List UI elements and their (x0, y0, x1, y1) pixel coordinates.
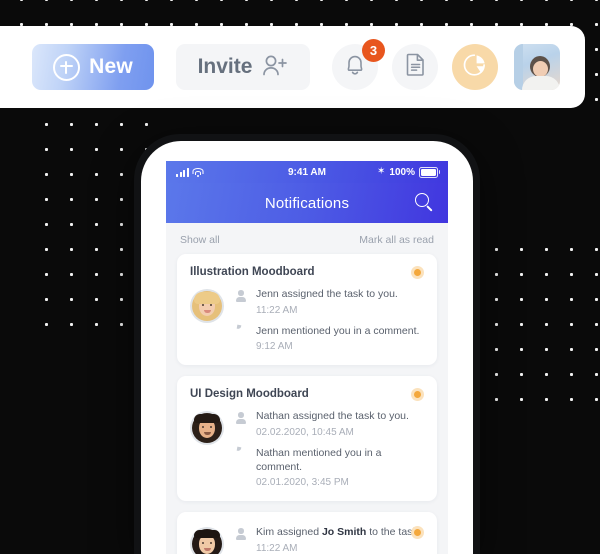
battery-percent-label: 100% (389, 166, 415, 178)
avatar (190, 527, 224, 554)
notification-card[interactable]: UI Design Moodboard Nathan assigned the … (177, 376, 437, 502)
event-time: 02.01.2020, 3:45 PM (256, 477, 349, 489)
search-icon[interactable] (414, 192, 436, 214)
comment-icon (235, 325, 248, 327)
event-text: Kim assigned Jo Smith to the task. (256, 526, 421, 540)
filter-row: Show all Mark all as read (166, 223, 448, 254)
mark-all-as-read-button[interactable]: Mark all as read (359, 234, 434, 246)
page-title: Notifications (264, 194, 350, 212)
notification-body: Kim assigned Jo Smith to the task. 11:22… (190, 525, 424, 554)
thumbnail-face (533, 61, 548, 77)
notification-event: Jenn mentioned you in a comment. 9:12 AM (235, 325, 424, 353)
notification-body: Jenn assigned the task to you. 11:22 AM … (190, 287, 424, 352)
event-time: 11:22 AM (256, 304, 298, 316)
bell-icon (344, 53, 366, 82)
documents-button[interactable] (392, 44, 438, 90)
top-toolbar: New Invite 3 (0, 26, 585, 108)
invite-button[interactable]: Invite (176, 44, 310, 90)
notification-event: Jenn assigned the task to you. 11:22 AM (235, 288, 424, 316)
unread-indicator (411, 266, 424, 279)
analytics-button[interactable] (452, 44, 498, 90)
event-time: 11:22 AM (256, 542, 298, 554)
comment-icon (235, 447, 248, 449)
event-text: Jenn assigned the task to you. (256, 288, 398, 300)
event-time: 9:12 AM (256, 341, 293, 353)
notification-event: Kim assigned Jo Smith to the task. 11:22… (235, 526, 424, 554)
phone-screen: 9:41 AM ✶ 100% Notifications Show all Ma… (166, 161, 448, 554)
document-icon (405, 52, 426, 82)
new-button[interactable]: New (32, 44, 154, 90)
app-bar: Notifications (166, 183, 448, 223)
avatar (190, 411, 224, 446)
profile-thumbnail[interactable] (514, 44, 560, 90)
dot-grid-mask (470, 108, 600, 248)
person-icon (235, 410, 248, 425)
dot-grid-mask (470, 410, 600, 530)
new-button-label: New (89, 55, 133, 78)
status-bar-right: ✶ 100% (377, 166, 440, 178)
plus-circle-icon (53, 53, 81, 81)
phone-mockup: 9:41 AM ✶ 100% Notifications Show all Ma… (134, 134, 480, 554)
bluetooth-icon: ✶ (377, 166, 386, 177)
notification-list: Illustration Moodboard Jenn assigned the… (166, 254, 448, 554)
event-text: Jenn mentioned you in a comment. (256, 324, 420, 337)
thumbnail-body (522, 76, 560, 90)
notification-body: Nathan assigned the task to you. 02.02.2… (190, 409, 424, 488)
add-person-icon (262, 54, 288, 81)
notification-card[interactable]: Kim assigned Jo Smith to the task. 11:22… (177, 512, 437, 554)
invite-button-label: Invite (197, 55, 253, 78)
battery-full-icon (419, 166, 440, 178)
notifications-button[interactable]: 3 (332, 39, 385, 90)
event-text: Nathan assigned the task to you. (256, 410, 409, 423)
notification-event: Nathan mentioned you in a comment. 02.01… (235, 447, 424, 488)
person-icon (235, 288, 248, 302)
avatar (190, 289, 224, 323)
notification-event: Nathan assigned the task to you. 02.02.2… (235, 410, 424, 438)
event-time: 02.02.2020, 10:45 AM (256, 426, 354, 438)
notification-title: UI Design Moodboard (190, 388, 309, 401)
notification-card[interactable]: Illustration Moodboard Jenn assigned the… (177, 254, 437, 366)
notification-badge: 3 (362, 39, 385, 62)
pie-chart-icon (462, 52, 488, 83)
show-all-button[interactable]: Show all (180, 234, 220, 246)
event-text-bold: Jo Smith (321, 526, 367, 539)
notification-title: Illustration Moodboard (190, 266, 315, 278)
status-bar: 9:41 AM ✶ 100% (166, 161, 448, 183)
thumbnail-strip (514, 44, 523, 90)
event-text-prefix: Kim assigned (256, 526, 322, 539)
event-text: Nathan mentioned you in a comment. (256, 446, 382, 473)
phone-bezel: 9:41 AM ✶ 100% Notifications Show all Ma… (141, 141, 473, 554)
